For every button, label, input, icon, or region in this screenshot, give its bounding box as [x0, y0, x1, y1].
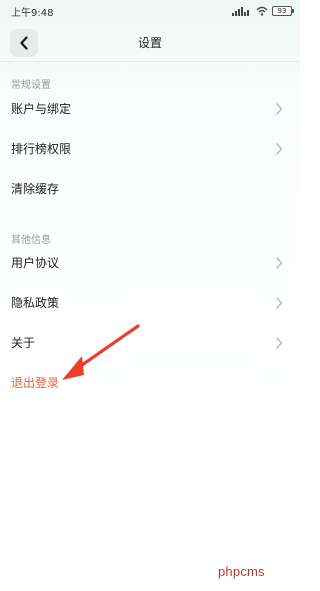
settings-screen: 上午9:48 93 设置 常规设置 账户与绑定 排行榜权限 清除缓存 其他信息 … [0, 0, 300, 591]
watermark-text: phpcms [218, 564, 265, 579]
annotation-arrow [62, 324, 140, 380]
